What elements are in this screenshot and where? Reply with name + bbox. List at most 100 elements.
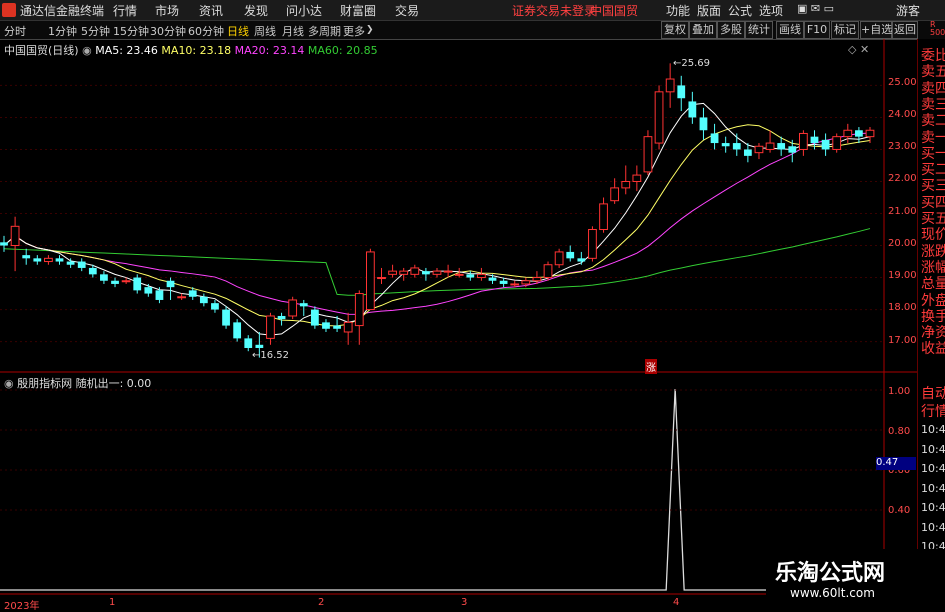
period-tab-multi[interactable]: 多周期 — [308, 23, 341, 39]
candle-body — [299, 303, 308, 307]
candle-body — [843, 129, 853, 138]
login-status[interactable]: 证券交易未登录 — [512, 2, 596, 19]
menu-item-news[interactable]: 资讯 — [199, 2, 223, 19]
menu-item-options[interactable]: 选项 — [759, 2, 783, 19]
chart-title-bar: 中国国贸(日线) ◉ MA5: 23.46 MA10: 23.18 MA20: … — [4, 42, 378, 58]
overlay-button[interactable]: 叠加 — [689, 21, 717, 39]
window-icons[interactable]: ▣ ✉ ▭ — [797, 2, 834, 15]
candle-body — [66, 261, 75, 265]
candle-body — [399, 270, 409, 275]
candle-body — [554, 251, 564, 266]
candle-body — [222, 309, 230, 326]
quote-mode-label[interactable]: 行情 — [921, 401, 945, 421]
candle-body — [422, 271, 430, 275]
candle-body — [577, 258, 586, 262]
candle-body — [798, 132, 808, 150]
candle-body — [810, 136, 819, 144]
menu-item-market[interactable]: 市场 — [155, 2, 179, 19]
chart-title: 中国国贸(日线) — [4, 44, 79, 57]
more-chevron-icon[interactable]: ❯ — [366, 25, 374, 35]
price-tick: 20.00 — [888, 238, 917, 249]
period-tab-1min[interactable]: 1分钟 — [48, 23, 77, 39]
x-axis-label-mar: 3 — [461, 597, 468, 608]
menu-item-quotes[interactable]: 行情 — [113, 2, 137, 19]
rs-label: R 500 — [930, 20, 945, 37]
candle-body — [244, 338, 253, 348]
multi-stock-button[interactable]: 多股 — [717, 21, 745, 39]
candle-body — [233, 322, 242, 339]
mark-button[interactable]: 标记 — [831, 21, 859, 39]
candle-body — [632, 174, 642, 182]
tick-time: 10:45 — [921, 520, 945, 534]
candle-body — [688, 101, 697, 118]
indicator-tick: 0.80 — [888, 426, 911, 437]
tick-time: 10:45 — [921, 501, 945, 514]
chart-area[interactable] — [0, 39, 917, 609]
candle-body — [111, 280, 119, 284]
chart-window-icons[interactable]: ◇ ✕ — [848, 43, 869, 56]
candle-body — [310, 309, 319, 326]
limit-up-badge: 涨 — [645, 359, 657, 374]
x-axis-label-jan: 1 — [109, 597, 116, 608]
candle-body — [832, 136, 842, 150]
x-axis-label-year: 2023年 — [4, 601, 40, 612]
high-price-label: ←25.69 — [673, 58, 711, 69]
candle-body — [488, 277, 497, 281]
app-logo-icon — [2, 3, 16, 17]
restore-rights-button[interactable]: 复权 — [661, 21, 689, 39]
period-tab-5min[interactable]: 5分钟 — [81, 23, 110, 39]
candle-body — [155, 290, 164, 300]
candle-body — [510, 283, 520, 286]
ma20-label: MA20: 23.14 — [234, 44, 305, 57]
candle-body — [621, 180, 631, 189]
indicator-current-value: 0.47 — [876, 457, 916, 470]
draw-line-button[interactable]: 画线 — [776, 21, 804, 39]
menu-item-discover[interactable]: 发现 — [244, 2, 268, 19]
menu-item-wealth[interactable]: 财富圈 — [340, 2, 376, 19]
low-price-label: ←16.52 — [252, 350, 290, 361]
guest-label[interactable]: 游客 — [896, 2, 920, 19]
price-tick: 23.00 — [888, 141, 917, 152]
back-button[interactable]: 返回 — [892, 21, 918, 39]
chart-settings-icon[interactable]: ◉ — [82, 44, 92, 57]
candle-body — [588, 229, 597, 259]
price-tick: 17.00 — [888, 335, 917, 346]
period-tab-weekly[interactable]: 周线 — [254, 23, 276, 39]
menu-item-layout[interactable]: 版面 — [697, 2, 721, 19]
candle-body — [521, 280, 531, 285]
period-tab-15min[interactable]: 15分钟 — [113, 23, 149, 39]
ma60-label: MA60: 20.85 — [307, 44, 378, 57]
candle-body — [532, 277, 542, 282]
period-tab-30min[interactable]: 30分钟 — [150, 23, 186, 39]
candle-body — [710, 133, 719, 144]
candle-body — [144, 287, 153, 294]
candles — [0, 63, 875, 358]
quote-sidebar: R 500 委比 卖五 卖四 卖三 卖二 卖一 买一 买二 买三 买四 买五 现价 涨跌 涨幅 总量 外盘 换手… — [917, 21, 945, 612]
candle-body — [266, 315, 275, 339]
tick-time: 10:45 — [921, 462, 945, 475]
watermark-url: www.60lt.com — [790, 586, 875, 600]
candle-body — [322, 322, 330, 329]
statistics-button[interactable]: 统计 — [745, 21, 773, 39]
top-menu-bar: 通达信金融终端 行情 市场 资讯 发现 问小达 财富圈 交易 证券交易未登录 中… — [0, 0, 945, 21]
period-tab-daily[interactable]: 日线 — [227, 23, 249, 39]
add-favorite-button[interactable]: +自选 — [860, 21, 892, 39]
candle-body — [743, 149, 752, 156]
candle-body — [55, 258, 64, 262]
tick-time: 10:44 — [921, 442, 945, 456]
candle-body — [677, 85, 686, 99]
quote-mode-label[interactable]: 自动 — [921, 383, 945, 403]
candle-body — [643, 136, 653, 173]
menu-item-trade[interactable]: 交易 — [395, 2, 419, 19]
period-tab-monthly[interactable]: 月线 — [282, 23, 304, 39]
menu-item-xiaoda[interactable]: 问小达 — [286, 2, 322, 19]
period-tab-fenshi[interactable]: 分时 — [4, 23, 26, 39]
period-tab-more[interactable]: 更多 — [343, 23, 365, 39]
menu-item-function[interactable]: 功能 — [666, 2, 690, 19]
indicator-settings-icon[interactable]: ◉ — [4, 377, 14, 390]
menu-item-formula[interactable]: 公式 — [728, 2, 752, 19]
quote-label: 收益 — [921, 341, 945, 358]
period-tab-60min[interactable]: 60分钟 — [188, 23, 224, 39]
f10-button[interactable]: F10 — [804, 21, 830, 39]
indicator-title[interactable]: 殷朋指标网 — [17, 377, 72, 390]
